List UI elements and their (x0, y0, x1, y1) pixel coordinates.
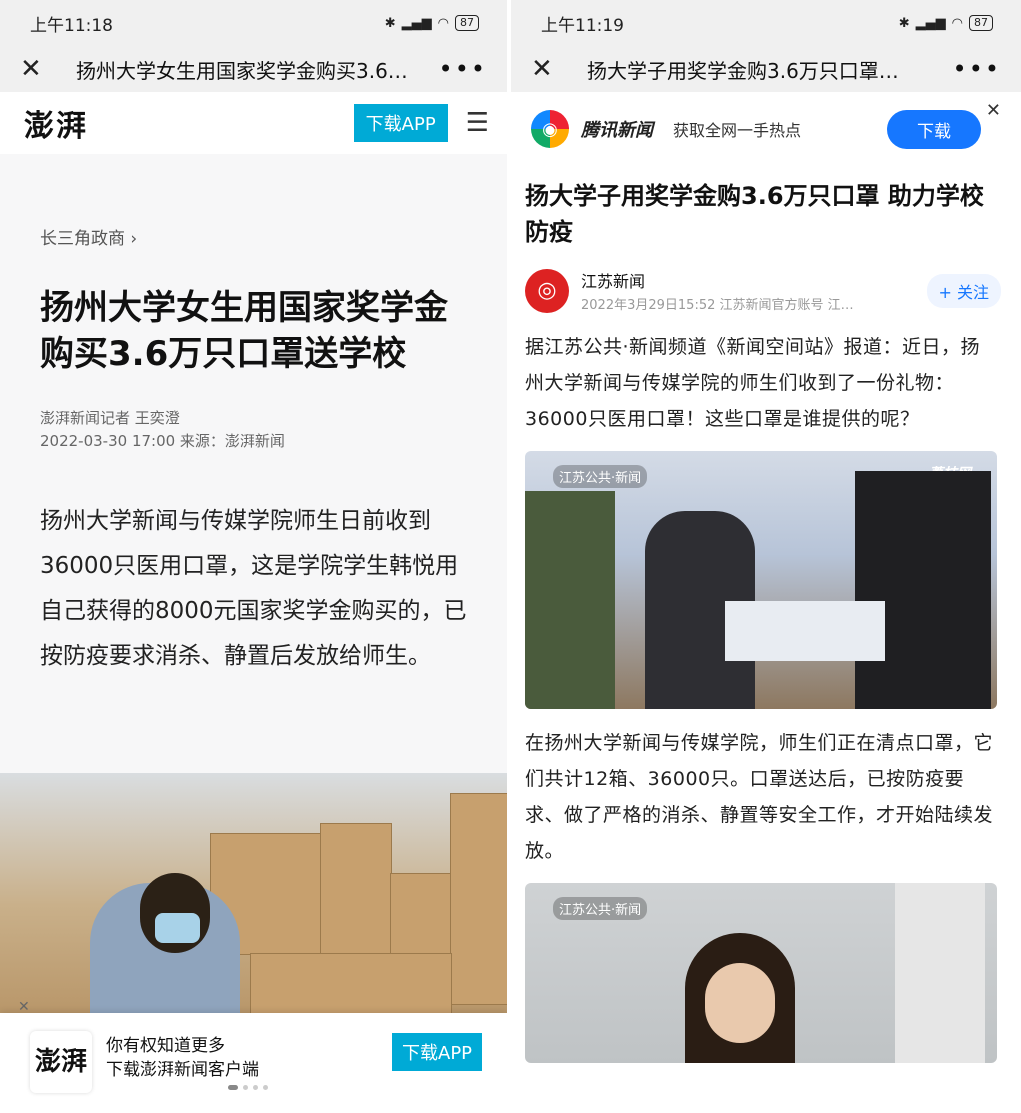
article-video-frame-1[interactable]: 江苏公共·新闻 荔枝网 (525, 451, 997, 709)
more-icon[interactable]: ••• (419, 55, 487, 83)
author-name[interactable]: 江苏新闻 (581, 268, 927, 292)
author-row: ◎ 江苏新闻 2022年3月29日15:52 江苏新闻官方账号 江… + 关注 (525, 268, 1001, 313)
battery-icon: 87 (969, 15, 993, 31)
menu-icon[interactable]: ☰ (466, 108, 489, 138)
breadcrumb[interactable]: 长三角政商 › (40, 224, 473, 249)
banner-text-1: 你有权知道更多 (106, 1036, 225, 1056)
author-meta: 2022年3月29日15:52 江苏新闻官方账号 江… (581, 298, 854, 313)
avatar[interactable]: ◎ (525, 268, 569, 313)
browser-navbar: ✕ 扬大学子用奖学金购3.6万只口罩… ••• (511, 46, 1021, 92)
reporter: 澎湃新闻记者 王奕澄 (40, 409, 180, 427)
battery-icon: 87 (455, 15, 479, 31)
bluetooth-icon: ✱ (898, 15, 910, 31)
download-button[interactable]: 下载 (887, 109, 981, 149)
close-icon[interactable]: ✕ (20, 54, 60, 84)
tencent-app-banner: ◉ 腾讯新闻 获取全网一手热点 下载 ✕ (511, 92, 1021, 166)
signal-icon: ▂▄▆ (401, 15, 432, 31)
banner-text-2: 下载澎湃新闻客户端 (106, 1060, 259, 1080)
bluetooth-icon: ✱ (384, 15, 396, 31)
app-slogan: 获取全网一手热点 (673, 121, 802, 140)
app-download-banner: ✕ 澎湃 你有权知道更多 下载澎湃新闻客户端 下载APP (0, 999, 507, 1113)
left-phone-screen: 上午11:18 ✱ ▂▄▆ ◠ 87 ✕ 扬州大学女生用国家奖学金购买3.6… … (0, 0, 507, 1113)
channel-logo: 江苏公共·新闻 (553, 897, 648, 920)
app-name: 腾讯新闻 (581, 120, 653, 141)
more-icon[interactable]: ••• (933, 55, 1001, 83)
banner-close-icon[interactable]: ✕ (18, 999, 30, 1015)
status-time: 上午11:18 (30, 15, 113, 36)
close-icon[interactable]: ✕ (531, 54, 571, 84)
article-meta: 澎湃新闻记者 王奕澄 2022-03-30 17:00 来源：澎湃新闻 (40, 407, 473, 453)
article-body: 扬州大学新闻与传媒学院师生日前收到36000只医用口罩，这是学院学生韩悦用自己获… (40, 508, 467, 669)
page-title: 扬大学子用奖学金购3.6万只口罩… (587, 58, 899, 83)
signal-icon: ▂▄▆ (915, 15, 946, 31)
article-title: 扬大学子用奖学金购3.6万只口罩 助力学校防疫 (525, 182, 984, 246)
banner-logo: 澎湃 (30, 1031, 92, 1093)
article-video-frame-2[interactable]: 江苏公共·新闻 荔枝网 (525, 883, 997, 1063)
article-title: 扬州大学女生用国家奖学金购买3.6万只口罩送学校 (40, 288, 448, 374)
channel-logo: 江苏公共·新闻 (553, 465, 648, 488)
right-phone-screen: 上午11:19 ✱ ▂▄▆ ◠ 87 ✕ 扬大学子用奖学金购3.6万只口罩… •… (511, 0, 1021, 1113)
status-bar: 上午11:18 ✱ ▂▄▆ ◠ 87 (0, 0, 507, 46)
follow-button[interactable]: + 关注 (926, 273, 1001, 308)
thepaper-logo[interactable]: 澎湃 (24, 101, 354, 145)
tencent-news-logo-icon: ◉ (531, 110, 569, 148)
browser-navbar: ✕ 扬州大学女生用国家奖学金购买3.6… ••• (0, 46, 507, 92)
article-paragraph-1: 据江苏公共·新闻频道《新闻空间站》报道：近日，扬州大学新闻与传媒学院的师生们收到… (525, 336, 981, 430)
banner-download-button[interactable]: 下载APP (392, 1033, 483, 1071)
article: 长三角政商 › 扬州大学女生用国家奖学金购买3.6万只口罩送学校 澎湃新闻记者 … (0, 224, 507, 679)
wifi-icon: ◠ (951, 15, 963, 31)
download-app-button[interactable]: 下载APP (353, 104, 448, 142)
status-icons: ✱ ▂▄▆ ◠ 87 (385, 15, 479, 31)
wifi-icon: ◠ (437, 15, 449, 31)
status-icons: ✱ ▂▄▆ ◠ 87 (899, 15, 993, 31)
date-source: 2022-03-30 17:00 来源：澎湃新闻 (40, 432, 285, 450)
carousel-dots (228, 1085, 268, 1090)
page-title: 扬州大学女生用国家奖学金购买3.6… (76, 58, 408, 83)
article-paragraph-2: 在扬州大学新闻与传媒学院，师生们正在清点口罩，它们共计12箱、36000只。口罩… (525, 732, 994, 862)
banner-close-icon[interactable]: ✕ (986, 100, 1001, 121)
site-header: 澎湃 下载APP ☰ (0, 92, 507, 154)
status-time: 上午11:19 (541, 15, 624, 36)
article-photo (0, 773, 507, 1013)
status-bar: 上午11:19 ✱ ▂▄▆ ◠ 87 (511, 0, 1021, 46)
